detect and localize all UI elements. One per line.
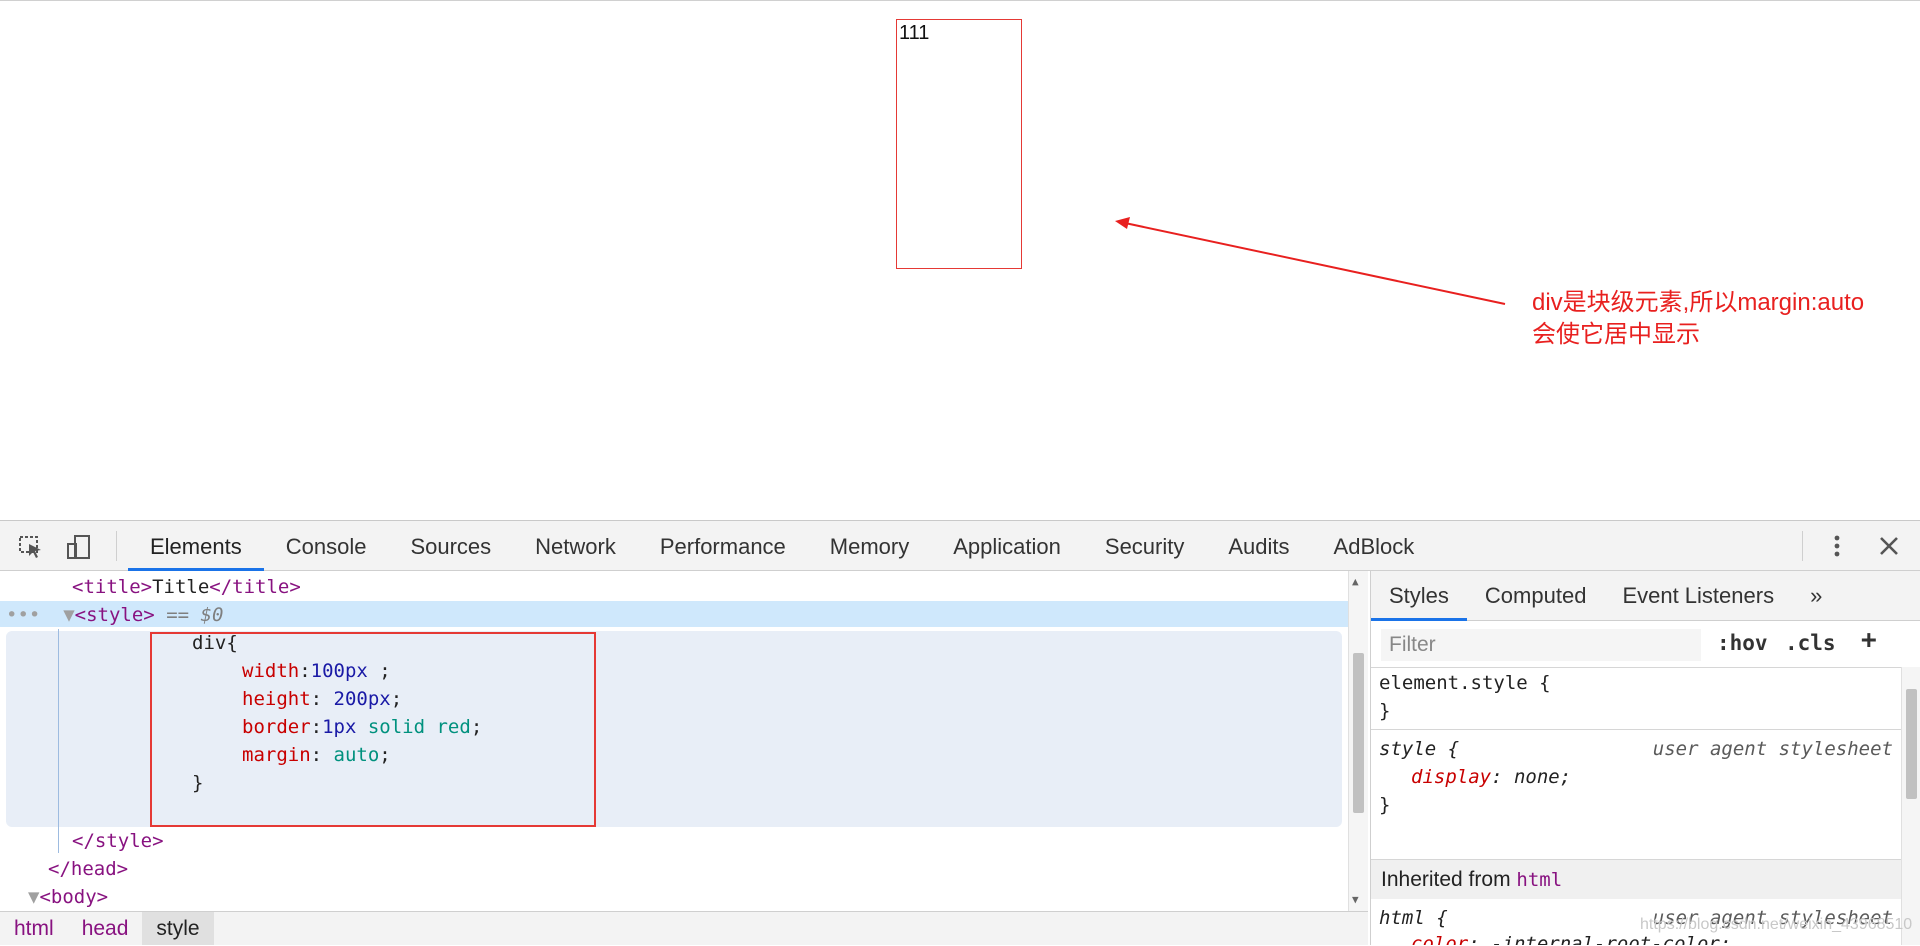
filter-row: :hov .cls + [1371,621,1901,667]
devtools-toolbar: Elements Console Sources Network Perform… [0,521,1920,571]
tab-event-listeners[interactable]: Event Listeners [1604,571,1792,621]
style-rule-declaration: display: none; [1411,766,1572,788]
more-options-icon[interactable] [1824,533,1850,559]
element-style-selector: element.style { [1379,672,1551,694]
tab-computed[interactable]: Computed [1467,571,1605,621]
filter-input[interactable] [1381,629,1701,661]
demo-box-text: 111 [899,22,930,44]
tab-network[interactable]: Network [513,521,638,571]
expand-triangle-icon[interactable]: ▼ [63,604,74,626]
tab-memory[interactable]: Memory [808,521,931,571]
breadcrumb-html[interactable]: html [0,912,68,945]
styles-pane-tabs: Styles Computed Event Listeners » [1371,571,1920,621]
tab-console[interactable]: Console [264,521,389,571]
tree-line-head-close[interactable]: </head> [48,855,128,883]
close-icon[interactable] [1876,533,1902,559]
device-toolbar-icon[interactable] [66,534,92,560]
annotation-text: div是块级元素,所以margin:auto 会使它居中显示 [1532,289,1865,348]
expand-triangle-icon[interactable]: ▼ [28,886,39,908]
tab-elements[interactable]: Elements [128,521,264,571]
toolbar-divider-right [1802,531,1803,561]
breadcrumb-head[interactable]: head [68,912,143,945]
styles-pane: Styles Computed Event Listeners » :hov .… [1370,571,1920,945]
tree-line-style[interactable]: ••• ▼<style> == $0 [6,601,223,629]
tab-security[interactable]: Security [1083,521,1206,571]
scroll-down-icon[interactable]: ▼ [1352,893,1359,906]
tree-guide-line [58,629,59,853]
style-ua-rule[interactable]: style { user agent stylesheet display: n… [1371,729,1901,819]
tab-application[interactable]: Application [931,521,1083,571]
devtools-tabs: Elements Console Sources Network Perform… [128,521,1436,571]
styles-scrollbar[interactable] [1901,667,1920,945]
hover-state-button[interactable]: :hov [1717,631,1768,655]
tab-audits[interactable]: Audits [1206,521,1311,571]
add-rule-button[interactable]: + [1861,625,1877,655]
styles-scrollbar-thumb[interactable] [1906,689,1917,799]
element-style-rule[interactable]: element.style { } [1371,667,1901,727]
element-style-close: } [1379,700,1391,722]
tree-line-style-close[interactable]: </style> [72,827,164,855]
devtools-panel: Elements Console Sources Network Perform… [0,520,1920,945]
tree-line-title[interactable]: <title>Title</title> [72,573,301,601]
rendered-page: 111 div是块级元素,所以margin:auto 会使它居中显示 [0,0,1920,521]
style-rule-selector: style { [1379,738,1460,760]
tab-sources[interactable]: Sources [388,521,513,571]
tab-performance[interactable]: Performance [638,521,808,571]
toolbar-divider [116,531,117,561]
inherited-tag-link[interactable]: html [1516,869,1562,891]
style-rule-close: } [1379,794,1391,816]
elements-scrollbar[interactable]: ▲ ▼ [1348,571,1368,911]
highlight-frame [150,632,596,827]
class-toggle-button[interactable]: .cls [1785,631,1836,655]
breadcrumb-style[interactable]: style [142,912,214,945]
ellipsis-icon[interactable]: ••• [6,604,40,626]
tab-styles[interactable]: Styles [1371,571,1467,621]
elements-tree: <title>Title</title> ••• ▼<style> == $0 … [0,571,1368,911]
tab-adblock[interactable]: AdBlock [1312,521,1437,571]
breadcrumb: html head style [0,911,1368,945]
inherited-from-header: Inherited from html [1371,859,1901,899]
inspect-element-icon[interactable] [18,534,44,560]
scrollbar-thumb[interactable] [1353,653,1364,813]
tree-line-body[interactable]: ▼<body> [28,883,108,911]
watermark: https://blog.csdn.net/weixin_43968510 [1640,916,1913,933]
more-tabs-icon[interactable]: » [1792,571,1840,621]
scroll-up-icon[interactable]: ▲ [1352,575,1359,588]
style-rule-source: user agent stylesheet [1652,738,1893,760]
demo-div-box: 111 [896,19,1022,269]
